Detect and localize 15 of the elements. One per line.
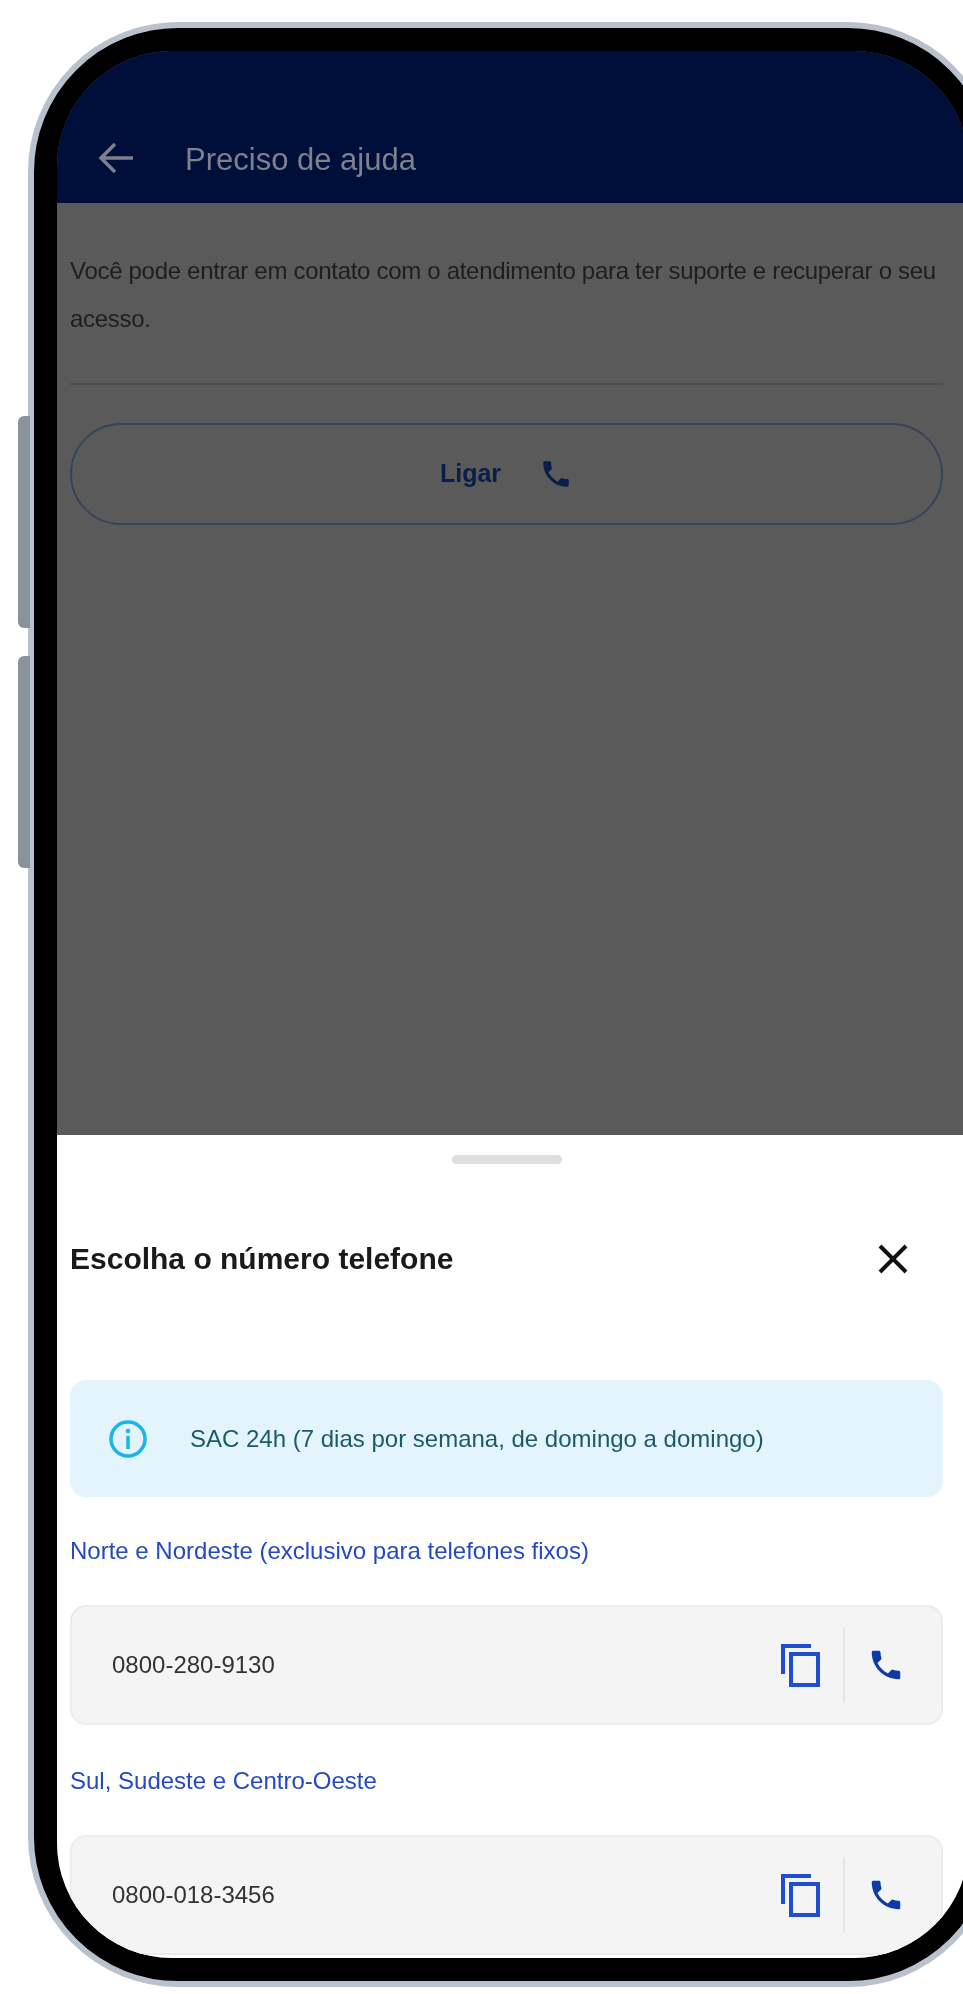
screen-title: Preciso de ajuda [185, 144, 416, 175]
drag-handle[interactable] [451, 1155, 562, 1164]
info-text: SAC 24h (7 dias por semana, de domingo a domingo) [190, 1423, 764, 1454]
sheet-title: Escolha o número telefone [70, 1241, 454, 1277]
region-label: Norte e Nordeste (exclusivo para telefones fixos) [70, 1536, 590, 1566]
close-icon[interactable] [877, 1242, 909, 1275]
description-text: Você pode entrar em contato com o atendimento para ter suporte e recuperar o seu acesso. [70, 256, 937, 334]
copy-icon[interactable] [779, 1642, 821, 1688]
back-arrow-icon[interactable] [97, 141, 135, 175]
copy-icon[interactable] [779, 1872, 821, 1918]
info-icon [108, 1418, 148, 1459]
phone-number: 0800-018-3456 [112, 1880, 276, 1910]
phone-number: 0800-280-9130 [112, 1650, 276, 1680]
call-button[interactable]: Ligar [70, 423, 943, 525]
region-label: Sul, Sudeste e Centro-Oeste [70, 1766, 378, 1796]
